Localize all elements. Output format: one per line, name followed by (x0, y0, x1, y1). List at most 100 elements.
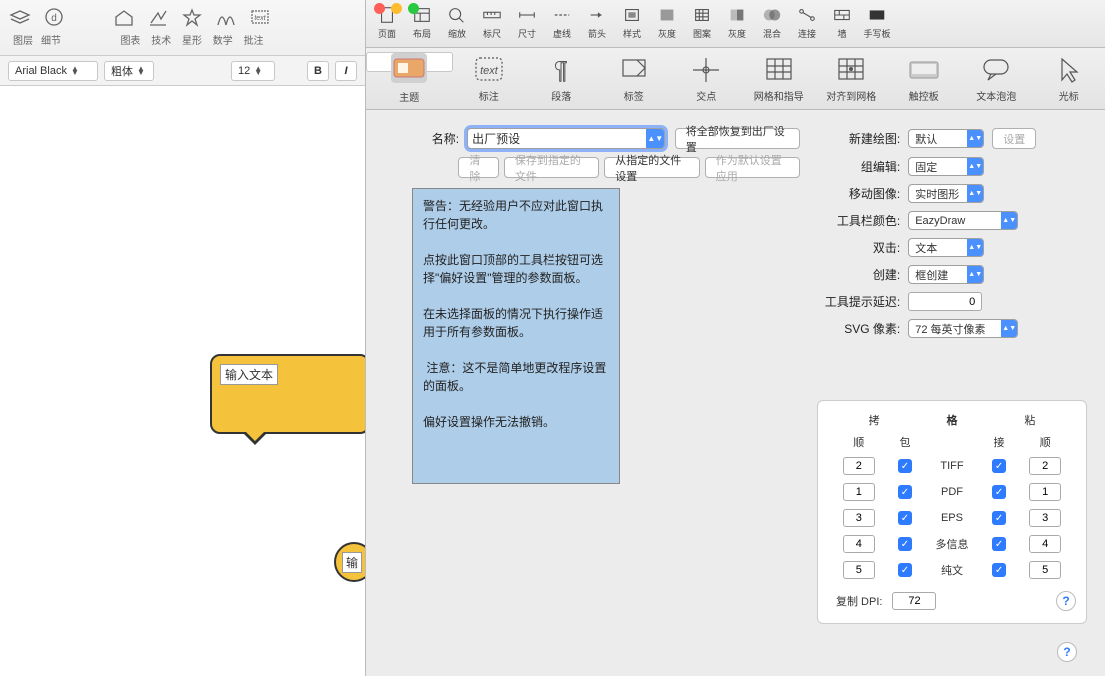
paste-check-2[interactable]: ✓ (992, 511, 1006, 525)
paste-order-1[interactable] (1029, 483, 1061, 501)
layers-icon[interactable] (6, 4, 34, 30)
clear-button[interactable]: 清除 (458, 157, 498, 178)
paste-check-3[interactable]: ✓ (992, 537, 1006, 551)
annot-label: 批注 (244, 36, 264, 47)
copy-check-0[interactable]: ✓ (898, 459, 912, 473)
tech-icon[interactable] (144, 4, 172, 30)
paste-order-4[interactable] (1029, 561, 1061, 579)
tb1-ruler[interactable]: 标尺 (475, 4, 509, 40)
setting-label-0: 新建绘图: (810, 130, 900, 147)
tb1-handwrite[interactable]: 手写板 (860, 4, 894, 40)
annotation-icon[interactable]: text (246, 4, 274, 30)
chart-icon[interactable] (110, 4, 138, 30)
tb1-wall[interactable]: 墙 (825, 4, 859, 40)
tb1-blend[interactable]: 混合 (755, 4, 789, 40)
combo-1[interactable]: 固定▲▼ (908, 157, 984, 176)
format-name-4: 纯文 (920, 557, 983, 583)
col-copy-order: 顺 (828, 431, 890, 453)
help-button-panel[interactable]: ? (1057, 642, 1077, 662)
col-copy-include: 包 (890, 431, 921, 453)
tb1-dash[interactable]: 虚线 (545, 4, 579, 40)
layers-label: 图层 (13, 36, 33, 47)
tab-bubble[interactable]: 文本泡泡 (960, 52, 1033, 109)
paste-order-2[interactable] (1029, 509, 1061, 527)
name-combo[interactable]: 出厂预设▲▼ (467, 128, 665, 149)
setting-label-6: 工具提示延迟: (810, 293, 900, 310)
copy-order-3[interactable] (843, 535, 875, 553)
tb1-dim[interactable]: 尺寸 (510, 4, 544, 40)
paste-check-4[interactable]: ✓ (992, 563, 1006, 577)
help-button-grid[interactable]: ? (1056, 591, 1076, 611)
combo-0[interactable]: 默认▲▼ (908, 129, 984, 148)
size-select[interactable]: 12▲▼ (231, 61, 275, 81)
combo-2[interactable]: 实时图形▲▼ (908, 184, 984, 203)
format-name-3: 多信息 (920, 531, 983, 557)
as-default-button[interactable]: 作为默认设置应用 (705, 157, 800, 178)
drawing-canvas[interactable]: 输入文本 输 (0, 86, 365, 676)
svg-text:text: text (254, 15, 266, 22)
bubble1-text[interactable]: 输入文本 (220, 364, 278, 385)
settings-extra-button[interactable]: 设置 (992, 128, 1036, 149)
setting-label-3: 工具栏颜色: (810, 212, 900, 229)
save-to-file-button[interactable]: 保存到指定的文件 (504, 157, 599, 178)
bold-button[interactable]: B (307, 61, 329, 81)
copy-order-2[interactable] (843, 509, 875, 527)
paste-order-3[interactable] (1029, 535, 1061, 553)
tab-theme[interactable]: 主题 (366, 52, 453, 72)
paste-check-1[interactable]: ✓ (992, 485, 1006, 499)
tab-tag[interactable]: 标签 (598, 52, 671, 109)
arrow-icon (585, 4, 609, 26)
copy-check-3[interactable]: ✓ (898, 537, 912, 551)
format-name-2: EPS (920, 505, 983, 531)
panel-toolbar-top: 页面布局缩放标尺尺寸虚线箭头样式灰度图案灰度混合连接墙手写板 (366, 0, 1105, 48)
tb1-connect[interactable]: 连接 (790, 4, 824, 40)
tb1-gray[interactable]: 灰度 (650, 4, 684, 40)
grid-title: 格 (920, 409, 983, 431)
tab-grid[interactable]: 网格和指导 (743, 52, 816, 109)
detail-label: 细节 (41, 36, 61, 47)
combo-3[interactable]: EazyDraw▲▼ (908, 211, 1018, 230)
combo-5[interactable]: 框创建▲▼ (908, 265, 984, 284)
minimize-icon[interactable] (391, 3, 402, 14)
tab-para[interactable]: ¶段落 (525, 52, 598, 109)
chart-label: 图表 (120, 36, 140, 47)
copy-order-0[interactable] (843, 457, 875, 475)
tab-cross[interactable]: 交点 (670, 52, 743, 109)
paste-order-0[interactable] (1029, 457, 1061, 475)
reset-all-button[interactable]: 将全部恢复到出厂设置 (675, 128, 800, 149)
window-controls (374, 3, 419, 14)
star-label: 星形 (182, 36, 202, 47)
tab-snap[interactable]: 对齐到网格 (815, 52, 888, 109)
tb1-gray2[interactable]: 灰度 (720, 4, 754, 40)
tb1-zoom[interactable]: 缩放 (440, 4, 474, 40)
speech-bubble-1[interactable]: 输入文本 (210, 354, 370, 434)
from-file-button[interactable]: 从指定的文件设置 (604, 157, 699, 178)
copy-dpi-input[interactable] (892, 592, 936, 610)
tb1-arrow[interactable]: 箭头 (580, 4, 614, 40)
combo-7[interactable]: 72 每英寸像素▲▼ (908, 319, 1018, 338)
close-icon[interactable] (374, 3, 385, 14)
tab-trackpad[interactable]: 触控板 (888, 52, 961, 109)
copy-order-4[interactable] (843, 561, 875, 579)
math-icon[interactable] (212, 4, 240, 30)
tb1-pattern[interactable]: 图案 (685, 4, 719, 40)
copy-check-2[interactable]: ✓ (898, 511, 912, 525)
copy-group-header: 拷 (828, 409, 920, 431)
gray-icon (655, 4, 679, 26)
zoom-icon[interactable] (408, 3, 419, 14)
weight-select[interactable]: 粗体▲▼ (104, 61, 154, 81)
tab-cursor[interactable]: 光标 (1033, 52, 1105, 109)
copy-check-4[interactable]: ✓ (898, 563, 912, 577)
star-icon[interactable] (178, 4, 206, 30)
italic-button[interactable]: I (335, 61, 357, 81)
copy-check-1[interactable]: ✓ (898, 485, 912, 499)
font-select[interactable]: Arial Black▲▼ (8, 61, 98, 81)
tooltip-delay-input[interactable] (908, 292, 982, 311)
combo-4[interactable]: 文本▲▼ (908, 238, 984, 257)
copy-order-1[interactable] (843, 483, 875, 501)
bubble2-text[interactable]: 输 (342, 552, 362, 573)
paste-check-0[interactable]: ✓ (992, 459, 1006, 473)
detail-icon[interactable]: d (40, 4, 68, 30)
tb1-style[interactable]: 样式 (615, 4, 649, 40)
tab-annot[interactable]: text标注 (453, 52, 526, 109)
